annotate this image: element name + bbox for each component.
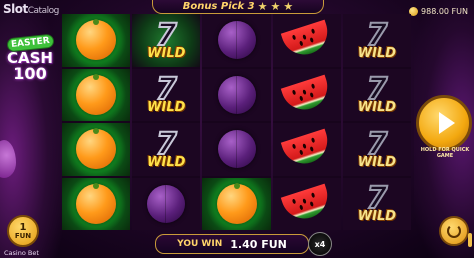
star-icon: ★ bbox=[257, 0, 268, 13]
wild-symbol: 7 WILD bbox=[357, 74, 397, 116]
reel-cell: 7 WILD bbox=[342, 68, 412, 121]
win-amount: 1.40 FUN bbox=[230, 237, 287, 251]
reel-cell: 7 WILD bbox=[342, 177, 412, 230]
wild-text: WILD bbox=[147, 100, 186, 116]
wild-text: WILD bbox=[357, 209, 397, 225]
star-icon: ★ bbox=[283, 0, 294, 13]
multiplier-badge: x4 bbox=[308, 232, 332, 256]
reel-1 bbox=[62, 14, 131, 230]
reel-cell bbox=[132, 177, 201, 230]
autoplay-icon bbox=[447, 224, 461, 238]
reel-cell bbox=[272, 68, 341, 121]
watermelon-symbol bbox=[280, 19, 333, 61]
reel-cell bbox=[62, 14, 131, 67]
reel-5: 7 WILD 7 WILD 7 WILD 7 WILD bbox=[342, 14, 412, 230]
bonus-pick-banner: Bonus Pick 3 ★ ★ ★ bbox=[152, 0, 324, 14]
wild-text: WILD bbox=[357, 100, 397, 116]
bonus-label: Bonus Pick 3 bbox=[182, 1, 255, 12]
reel-cell bbox=[202, 14, 271, 67]
watermark: SlotCatalog bbox=[3, 2, 59, 16]
reel-cell bbox=[202, 177, 271, 230]
win-display: YOU WIN 1.40 FUN bbox=[155, 234, 309, 254]
orange-symbol bbox=[76, 19, 117, 61]
watermelon-symbol bbox=[280, 183, 333, 225]
bet-label: Casino Bet bbox=[4, 249, 39, 257]
orange-symbol bbox=[76, 182, 117, 224]
star-icon: ★ bbox=[270, 0, 281, 13]
menu-handle[interactable] bbox=[468, 233, 472, 247]
wild-text: WILD bbox=[147, 154, 186, 170]
wild-symbol: 7 WILD bbox=[147, 19, 186, 61]
reel-cell: 7 WILD bbox=[132, 14, 201, 67]
bet-button[interactable]: 1 FUN bbox=[7, 215, 39, 247]
reel-cell: 7 WILD bbox=[342, 14, 412, 67]
plum-symbol bbox=[147, 184, 186, 223]
wild-symbol: 7 WILD bbox=[357, 183, 397, 225]
wild-symbol: 7 WILD bbox=[147, 128, 186, 170]
orange-symbol bbox=[216, 182, 257, 224]
reel-cell: 7 WILD bbox=[132, 68, 201, 121]
reel-3 bbox=[202, 14, 271, 230]
wild-text: WILD bbox=[357, 154, 397, 170]
reel-cell bbox=[202, 123, 271, 176]
orange-symbol bbox=[76, 128, 117, 170]
reel-cell: 7 WILD bbox=[342, 123, 412, 176]
reel-cell bbox=[272, 123, 341, 176]
game-logo: EASTER CASH 100 bbox=[2, 30, 58, 90]
plum-symbol bbox=[217, 75, 256, 114]
watermelon-symbol bbox=[280, 74, 333, 116]
reel-cell bbox=[272, 14, 341, 67]
watermelon-symbol bbox=[280, 128, 333, 170]
reel-cell bbox=[62, 68, 131, 121]
balance-value: 988.00 FUN bbox=[421, 7, 468, 16]
balance-display: 988.00 FUN bbox=[409, 7, 468, 16]
wild-text: WILD bbox=[357, 45, 397, 61]
reel-4 bbox=[272, 14, 341, 230]
spin-button[interactable] bbox=[416, 95, 472, 151]
reel-cell bbox=[202, 68, 271, 121]
reel-cell bbox=[62, 177, 131, 230]
reel-grid: 7 WILD 7 WILD 7 WILD 7 WILD 7 WILD 7 WILD 7 WILD bbox=[62, 14, 412, 230]
reel-2: 7 WILD 7 WILD 7 WILD bbox=[132, 14, 201, 230]
autoplay-button[interactable] bbox=[439, 216, 469, 246]
bet-value: 1 bbox=[19, 221, 27, 233]
win-label: YOU WIN bbox=[177, 239, 223, 249]
reel-cell bbox=[272, 177, 341, 230]
play-icon bbox=[438, 112, 455, 134]
hold-for-quick-game-text: HOLD FOR QUICK GAME bbox=[420, 147, 470, 159]
plum-symbol bbox=[217, 21, 256, 60]
bet-unit: FUN bbox=[14, 231, 32, 240]
wild-text: WILD bbox=[147, 45, 186, 61]
reel-cell: 7 WILD bbox=[132, 123, 201, 176]
logo-number: 100 bbox=[13, 64, 47, 83]
wild-symbol: 7 WILD bbox=[357, 19, 397, 61]
wild-symbol: 7 WILD bbox=[357, 128, 397, 170]
reel-cell bbox=[62, 123, 131, 176]
orange-symbol bbox=[76, 73, 117, 115]
plum-symbol bbox=[217, 130, 256, 169]
wild-symbol: 7 WILD bbox=[147, 74, 186, 116]
